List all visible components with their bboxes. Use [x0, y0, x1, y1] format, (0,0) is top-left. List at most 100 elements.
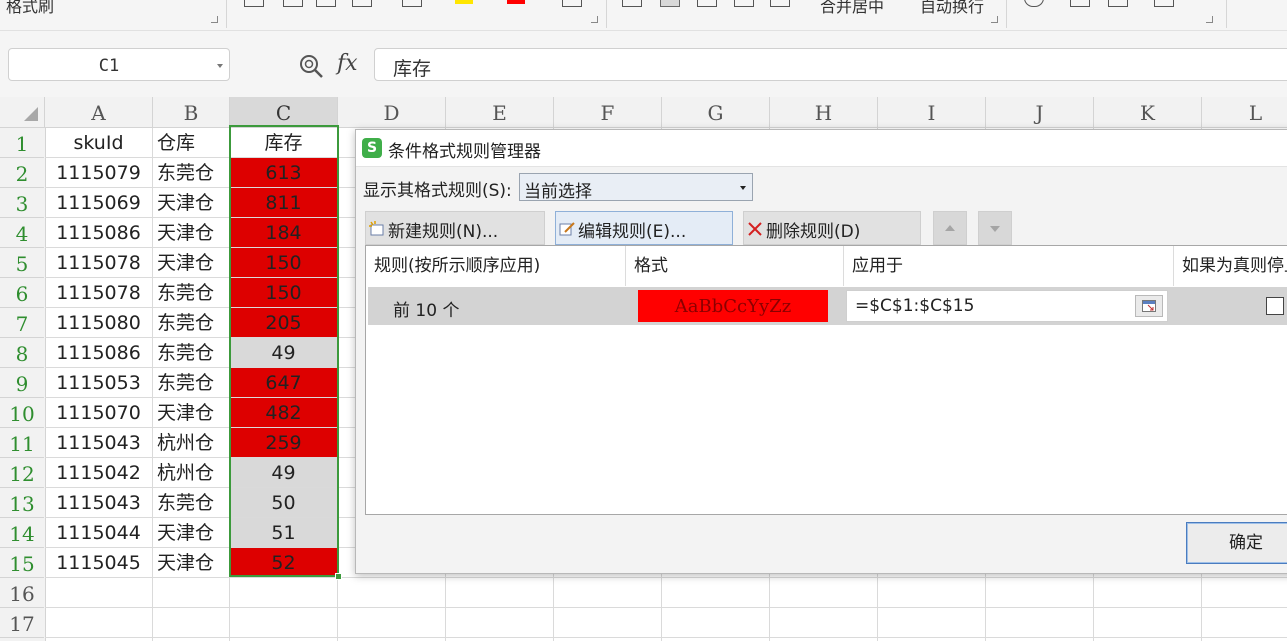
cell-b12[interactable]: 杭州仓: [153, 458, 229, 487]
rules-list[interactable]: 规则(按所示顺序应用) 格式 应用于 如果为真则停止 前 10 个 AaBbCc…: [365, 245, 1287, 515]
cell-c3[interactable]: 811: [230, 188, 337, 217]
fill-icon[interactable]: [402, 0, 422, 7]
cell-a6[interactable]: 1115078: [45, 278, 152, 307]
percent-icon[interactable]: [1070, 0, 1090, 7]
fill-handle[interactable]: [335, 573, 342, 580]
ribbon-group-expander-icon[interactable]: [1206, 16, 1213, 23]
cell-c10[interactable]: 482: [230, 398, 337, 427]
italic-icon[interactable]: [283, 0, 303, 7]
cell-a4[interactable]: 1115086: [45, 218, 152, 247]
cell-b5[interactable]: 天津仓: [153, 248, 229, 277]
cell-a5[interactable]: 1115078: [45, 248, 152, 277]
column-header-k[interactable]: K: [1094, 97, 1202, 127]
row-header[interactable]: 1: [0, 128, 44, 158]
row-header[interactable]: 15: [0, 548, 44, 578]
cell-a2[interactable]: 1115079: [45, 158, 152, 187]
decimal-icon[interactable]: [1154, 0, 1174, 7]
cell-b2[interactable]: 东莞仓: [153, 158, 229, 187]
cell-a12[interactable]: 1115042: [45, 458, 152, 487]
applies-to-field[interactable]: =$C$1:$C$15: [846, 290, 1168, 322]
cell-c15[interactable]: 52: [230, 548, 337, 577]
border-icon[interactable]: [352, 0, 372, 7]
cell-c11[interactable]: 259: [230, 428, 337, 457]
cell-c14[interactable]: 51: [230, 518, 337, 547]
row-header[interactable]: 5: [0, 248, 44, 278]
cell-c7[interactable]: 205: [230, 308, 337, 337]
cell-b1[interactable]: 仓库: [153, 128, 229, 157]
row-header[interactable]: 6: [0, 278, 44, 308]
column-header-h[interactable]: H: [770, 97, 878, 127]
row-header[interactable]: 10: [0, 398, 44, 428]
align-top-icon[interactable]: [622, 0, 642, 7]
font-color-swatch[interactable]: [507, 0, 525, 4]
column-header-f[interactable]: F: [554, 97, 662, 127]
range-picker-button[interactable]: [1135, 295, 1163, 317]
ok-button[interactable]: 确定: [1186, 522, 1287, 564]
cell-b15[interactable]: 天津仓: [153, 548, 229, 577]
cell-c6[interactable]: 150: [230, 278, 337, 307]
cell-a13[interactable]: 1115043: [45, 488, 152, 517]
cell-a1[interactable]: skuId: [45, 128, 152, 157]
cell-a14[interactable]: 1115044: [45, 518, 152, 547]
cell-c5[interactable]: 150: [230, 248, 337, 277]
column-header-a[interactable]: A: [45, 97, 153, 127]
dialog-title-bar[interactable]: S 条件格式规则管理器: [356, 130, 1287, 167]
cell-c1[interactable]: 库存: [230, 128, 337, 157]
move-down-button[interactable]: [978, 211, 1012, 245]
column-header-j[interactable]: J: [986, 97, 1094, 127]
column-header-c[interactable]: C: [230, 97, 338, 127]
row-header[interactable]: 9: [0, 368, 44, 398]
move-up-button[interactable]: [933, 211, 967, 245]
cell-a7[interactable]: 1115080: [45, 308, 152, 337]
column-header-i[interactable]: I: [878, 97, 986, 127]
cell-c9[interactable]: 647: [230, 368, 337, 397]
thousands-icon[interactable]: [1108, 0, 1128, 7]
ribbon-label-merge-center[interactable]: 合并居中: [820, 0, 884, 17]
cell-b6[interactable]: 东莞仓: [153, 278, 229, 307]
edit-rule-button[interactable]: 编辑规则(E)...: [555, 211, 733, 245]
ribbon-group-expander-icon[interactable]: [591, 16, 598, 23]
currency-icon[interactable]: [1024, 0, 1044, 7]
align-center-icon[interactable]: [770, 0, 790, 7]
bold-icon[interactable]: [244, 0, 264, 7]
stop-if-true-checkbox[interactable]: [1266, 297, 1284, 315]
cell-b11[interactable]: 杭州仓: [153, 428, 229, 457]
row-header[interactable]: 8: [0, 338, 44, 368]
row-header[interactable]: 4: [0, 218, 44, 248]
row-header[interactable]: 3: [0, 188, 44, 218]
cell-b4[interactable]: 天津仓: [153, 218, 229, 247]
cell-c12[interactable]: 49: [230, 458, 337, 487]
cell-b9[interactable]: 东莞仓: [153, 368, 229, 397]
row-header[interactable]: 2: [0, 158, 44, 188]
cell-a3[interactable]: 1115069: [45, 188, 152, 217]
cell-c8[interactable]: 49: [230, 338, 337, 367]
column-header-l[interactable]: L: [1202, 97, 1287, 127]
cell-c2[interactable]: 613: [230, 158, 337, 187]
ribbon-label-wrap-text[interactable]: 自动换行: [920, 0, 984, 17]
column-header-e[interactable]: E: [446, 97, 554, 127]
align-middle-icon[interactable]: [660, 0, 680, 7]
fx-icon[interactable]: fx: [337, 51, 358, 76]
underline-icon[interactable]: [316, 0, 336, 7]
new-rule-button[interactable]: 新建规则(N)...: [365, 211, 545, 245]
cell-c4[interactable]: 184: [230, 218, 337, 247]
highlight-color-swatch[interactable]: [455, 0, 473, 4]
name-box[interactable]: C1: [8, 48, 230, 81]
cell-a11[interactable]: 1115043: [45, 428, 152, 457]
cell-b7[interactable]: 东莞仓: [153, 308, 229, 337]
cell-a9[interactable]: 1115053: [45, 368, 152, 397]
cell-a15[interactable]: 1115045: [45, 548, 152, 577]
row-header[interactable]: 13: [0, 488, 44, 518]
cell-b8[interactable]: 东莞仓: [153, 338, 229, 367]
cell-a10[interactable]: 1115070: [45, 398, 152, 427]
ribbon-group-expander-icon[interactable]: [211, 16, 218, 23]
row-header[interactable]: 12: [0, 458, 44, 488]
select-all-corner[interactable]: [0, 97, 45, 127]
column-header-b[interactable]: B: [153, 97, 230, 127]
row-header[interactable]: 11: [0, 428, 44, 458]
name-box-dropdown-icon[interactable]: [217, 64, 223, 68]
formula-input[interactable]: 库存: [374, 48, 1287, 81]
cell-b13[interactable]: 东莞仓: [153, 488, 229, 517]
row-header[interactable]: 16: [0, 578, 44, 608]
cell-a8[interactable]: 1115086: [45, 338, 152, 367]
